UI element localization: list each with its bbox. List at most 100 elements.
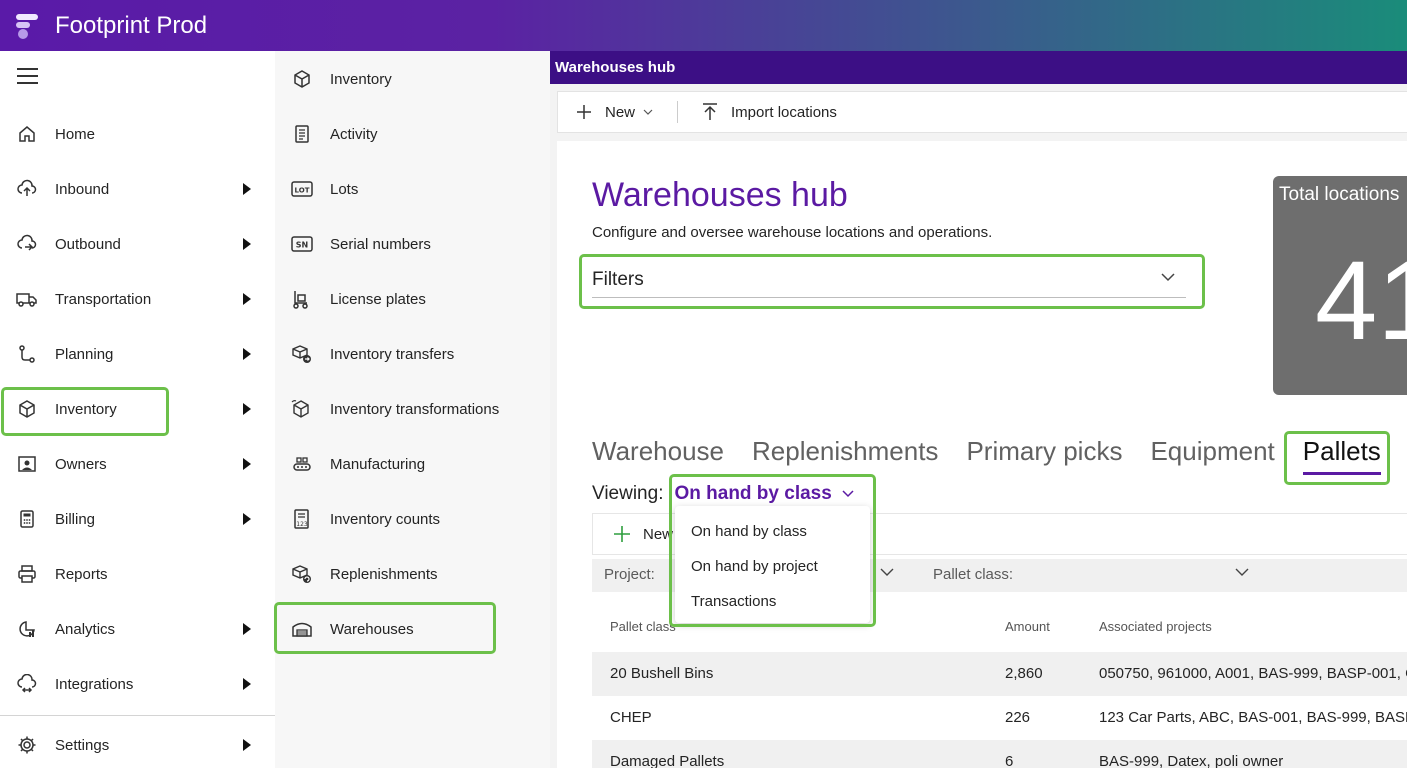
- pallet-class-filter-chevron-icon[interactable]: [1235, 568, 1249, 577]
- expand-arrow-icon[interactable]: [243, 238, 251, 250]
- expand-arrow-icon[interactable]: [243, 348, 251, 360]
- main-content: Warehouses hub New Import locations Ware…: [550, 51, 1407, 768]
- nav-item-home[interactable]: Home: [0, 112, 275, 156]
- subnav-item-inventory[interactable]: Inventory: [275, 57, 550, 101]
- nav-item-transportation[interactable]: Transportation: [0, 277, 275, 321]
- tab-replenishments[interactable]: Replenishments: [752, 436, 938, 467]
- highlight-viewing-dropdown: [669, 474, 876, 627]
- page-subtitle: Configure and oversee warehouse location…: [592, 224, 993, 241]
- subnav-item-license-plates[interactable]: License plates: [275, 277, 550, 321]
- cell-amount: 2,860: [1005, 665, 1043, 682]
- expand-arrow-icon[interactable]: [243, 403, 251, 415]
- cell-pallet-class: CHEP: [610, 709, 652, 726]
- import-locations-button[interactable]: Import locations: [702, 103, 837, 121]
- card-label: Total locations: [1279, 184, 1400, 205]
- project-filter-chevron-icon[interactable]: [880, 568, 894, 577]
- tab-equipment[interactable]: Equipment: [1150, 436, 1274, 467]
- activity-icon: [291, 123, 313, 145]
- home-icon: [16, 123, 38, 145]
- expand-arrow-icon[interactable]: [243, 739, 251, 751]
- lot-icon: LOT: [291, 178, 313, 200]
- cell-amount: 226: [1005, 709, 1031, 726]
- subnav-label: Inventory transfers: [330, 345, 455, 363]
- viewing-label: Viewing:: [592, 483, 664, 504]
- expand-arrow-icon[interactable]: [243, 623, 251, 635]
- highlight-pallets-tab: [1284, 431, 1390, 485]
- nav-label: Billing: [55, 510, 96, 528]
- app-title: Footprint Prod: [55, 11, 208, 39]
- truck-icon: [16, 288, 38, 310]
- cell-pallet-class: Damaged Pallets: [610, 753, 725, 768]
- nav-label: Planning: [55, 345, 114, 363]
- subnav-label: License plates: [330, 290, 426, 308]
- subnav-item-manufacturing[interactable]: Manufacturing: [275, 442, 550, 486]
- highlight-filters: [579, 254, 1205, 309]
- col-header-associated-projects[interactable]: Associated projects: [1099, 619, 1212, 634]
- nav-item-planning[interactable]: Planning: [0, 332, 275, 376]
- subnav-item-inventory-transformations[interactable]: Inventory transformations: [275, 387, 550, 431]
- expand-arrow-icon[interactable]: [243, 513, 251, 525]
- total-locations-card[interactable]: Total locations 41: [1273, 176, 1407, 395]
- counts-icon: 123: [291, 508, 313, 530]
- analytics-icon: [16, 618, 38, 640]
- expand-arrow-icon[interactable]: [243, 458, 251, 470]
- cell-projects: 050750, 961000, A001, BAS-999, BASP-001,…: [1099, 665, 1407, 682]
- license-plate-icon: [291, 288, 313, 310]
- cell-amount: 6: [1005, 753, 1014, 768]
- nav-item-inbound[interactable]: Inbound: [0, 167, 275, 211]
- hamburger-menu-icon[interactable]: [17, 68, 38, 84]
- cloud-icon: [16, 673, 38, 695]
- grid-new-button[interactable]: New: [613, 525, 673, 543]
- transfer-icon: [291, 343, 313, 365]
- nav-label: Home: [55, 125, 96, 143]
- subnav-item-activity[interactable]: Activity: [275, 112, 550, 156]
- nav-divider: [0, 715, 275, 716]
- new-button[interactable]: New: [576, 104, 653, 121]
- subnav-item-inventory-transfers[interactable]: Inventory transfers: [275, 332, 550, 376]
- nav-item-reports[interactable]: Reports: [0, 552, 275, 596]
- table-row[interactable]: CHEP 226 123 Car Parts, ABC, BAS-001, BA…: [592, 696, 1407, 740]
- new-button-label: New: [605, 103, 636, 121]
- nav-item-integrations[interactable]: Integrations: [0, 662, 275, 706]
- inventory-subnav: Inventory Activity LOT Lots SN Serial nu…: [275, 51, 550, 768]
- owner-icon: [16, 453, 38, 475]
- table-row[interactable]: 20 Bushell Bins 2,860 050750, 961000, A0…: [592, 652, 1407, 696]
- subnav-item-inventory-counts[interactable]: 123 Inventory counts: [275, 497, 550, 541]
- card-value: 41: [1315, 238, 1407, 363]
- subnav-item-replenishments[interactable]: Replenishments: [275, 552, 550, 596]
- nav-item-analytics[interactable]: Analytics: [0, 607, 275, 651]
- nav-item-billing[interactable]: Billing: [0, 497, 275, 541]
- gear-icon: [16, 734, 38, 756]
- expand-arrow-icon[interactable]: [243, 293, 251, 305]
- nav-label: Reports: [55, 565, 108, 583]
- svg-text:123: 123: [296, 521, 308, 528]
- subnav-label: Replenishments: [330, 565, 438, 583]
- footprint-logo[interactable]: [14, 12, 42, 40]
- nav-label: Settings: [55, 736, 110, 754]
- subnav-label: Serial numbers: [330, 235, 431, 253]
- expand-arrow-icon[interactable]: [243, 678, 251, 690]
- subnav-label: Inventory counts: [330, 510, 441, 528]
- box-icon: [291, 68, 313, 90]
- nav-item-outbound[interactable]: Outbound: [0, 222, 275, 266]
- col-header-pallet-class[interactable]: Pallet class: [610, 619, 676, 634]
- col-header-amount[interactable]: Amount: [1005, 619, 1050, 634]
- nav-item-settings[interactable]: Settings: [0, 723, 275, 767]
- subnav-label: Lots: [330, 180, 359, 198]
- project-filter-label: Project:: [604, 566, 655, 583]
- sn-badge-text: SN: [296, 241, 308, 250]
- tab-primary-picks[interactable]: Primary picks: [966, 436, 1122, 467]
- subnav-item-lots[interactable]: LOT Lots: [275, 167, 550, 211]
- highlight-warehouses-subnav: [274, 602, 496, 654]
- transformation-icon: [291, 398, 313, 420]
- subnav-item-serial-numbers[interactable]: SN Serial numbers: [275, 222, 550, 266]
- serial-icon: SN: [291, 233, 313, 255]
- tab-warehouse[interactable]: Warehouse: [592, 436, 724, 467]
- highlight-inventory-nav: [1, 387, 169, 436]
- expand-arrow-icon[interactable]: [243, 183, 251, 195]
- main-toolbar: New Import locations: [557, 91, 1407, 133]
- nav-item-owners[interactable]: Owners: [0, 442, 275, 486]
- table-row[interactable]: Damaged Pallets 6 BAS-999, Datex, poli o…: [592, 740, 1407, 768]
- nav-label: Inbound: [55, 180, 110, 198]
- nav-label: Transportation: [55, 290, 152, 308]
